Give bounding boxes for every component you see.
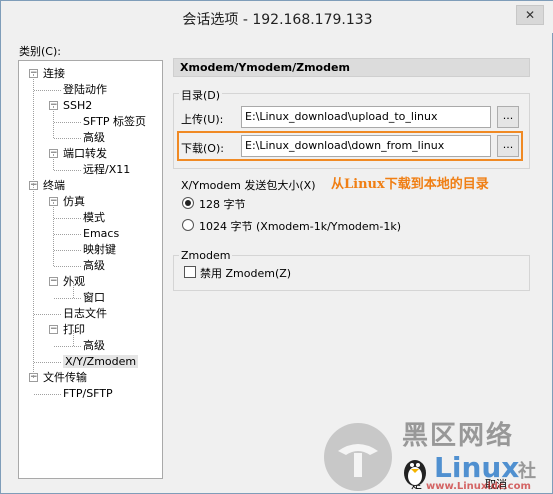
zmodem-group-label: Zmodem <box>179 249 233 262</box>
packet-128-radio[interactable] <box>182 197 194 209</box>
tree-connector <box>73 330 74 346</box>
tree-item[interactable]: 登陆动作 <box>63 82 107 98</box>
tree-item[interactable]: X/Y/Zmodem <box>63 354 139 370</box>
tree-item-label: Emacs <box>83 227 120 240</box>
tree-connector <box>54 138 81 139</box>
tree-connector <box>54 298 81 299</box>
tree-connector <box>54 218 81 219</box>
tree-item[interactable]: 日志文件 <box>63 306 107 322</box>
tree-item[interactable]: SFTP 标签页 <box>83 114 146 130</box>
tree-item-label: FTP/SFTP <box>63 387 113 400</box>
tree-connector <box>34 314 61 315</box>
tree-item[interactable]: 高级 <box>83 130 105 146</box>
tree-item-label: 日志文件 <box>63 307 107 320</box>
tree-expander-icon[interactable]: − <box>49 325 58 334</box>
tree-item-label: X/Y/Zmodem <box>63 355 139 368</box>
tree-connector <box>54 170 81 171</box>
tree-item-label: 映射键 <box>83 243 116 256</box>
tree-item-label: SFTP 标签页 <box>83 115 146 128</box>
tree-item-label: 窗口 <box>83 291 105 304</box>
tree-item[interactable]: FTP/SFTP <box>63 386 113 402</box>
tree-connector <box>53 202 54 266</box>
packet-1024-label: 1024 字节 (Xmodem-1k/Ymodem-1k) <box>199 220 402 233</box>
tree-connector <box>53 154 54 170</box>
tree-connector <box>54 234 81 235</box>
tree-item-label: 登陆动作 <box>63 83 107 96</box>
tree-connector <box>34 90 61 91</box>
tree-expander-icon[interactable]: − <box>49 277 58 286</box>
title-bar: 会话选项 - 192.168.179.133 ✕ <box>1 1 553 33</box>
tree-item-label: SSH2 <box>63 99 93 112</box>
tree-item-label: 模式 <box>83 211 105 224</box>
tree-item[interactable]: 端口转发 <box>63 146 107 162</box>
tree-item-label: 外观 <box>63 275 85 288</box>
tree-item[interactable]: 高级 <box>83 338 105 354</box>
tree-item-label: 远程/X11 <box>83 163 131 176</box>
tree-item-label: 高级 <box>83 131 105 144</box>
tree-item[interactable]: 文件传输 <box>43 370 87 386</box>
tree-item-label: 高级 <box>83 259 105 272</box>
tree-item[interactable]: Emacs <box>83 226 119 242</box>
tree-item[interactable]: 连接 <box>43 66 65 82</box>
tree-item[interactable]: 模式 <box>83 210 105 226</box>
tree-item-label: 文件传输 <box>43 371 87 384</box>
tree-item[interactable]: 窗口 <box>83 290 105 306</box>
tree-item-label: 高级 <box>83 339 105 352</box>
disable-zmodem-label: 禁用 Zmodem(Z) <box>200 267 292 280</box>
packet-size-group-label: X/Ymodem 发送包大小(X) <box>179 177 318 193</box>
download-annotation: 从Linux下载到本地的目录 <box>331 177 489 192</box>
section-title: Xmodem/Ymodem/Zmodem <box>173 58 530 77</box>
watermark-logo-icon <box>324 423 392 491</box>
disable-zmodem-checkbox[interactable] <box>184 266 196 278</box>
tree-item[interactable]: 远程/X11 <box>83 162 130 178</box>
watermark-line3: 社 <box>518 461 536 482</box>
session-options-dialog: 会话选项 - 192.168.179.133 ✕ 类别(C): − 连接登陆动作 −… <box>0 0 553 494</box>
tree-connector <box>33 74 34 378</box>
close-icon: ✕ <box>524 8 536 22</box>
tree-connector <box>54 250 81 251</box>
directory-group-label: 目录(D) <box>179 87 223 103</box>
download-highlight-box <box>177 131 523 161</box>
tree-connector <box>34 394 61 395</box>
tree-item-label: 仿真 <box>63 195 85 208</box>
tree-item[interactable]: 映射键 <box>83 242 116 258</box>
tree-connector <box>54 266 81 267</box>
packet-1024-radio[interactable] <box>182 219 194 231</box>
tree-item[interactable]: 外观 <box>63 274 85 290</box>
category-label: 类别(C): <box>19 45 61 58</box>
cancel-button[interactable]: 取消 <box>485 476 507 492</box>
ok-button[interactable]: 定 <box>411 476 422 492</box>
watermark: 黑区网络 Linux 社 www.Linuxidc.com <box>312 413 552 493</box>
tree-item-label: 连接 <box>43 67 65 80</box>
tree-item[interactable]: 高级 <box>83 258 105 274</box>
tree-connector <box>53 106 54 138</box>
watermark-line4: www.Linuxidc.com <box>426 481 531 492</box>
tree-item[interactable]: 打印 <box>63 322 85 338</box>
tree-item[interactable]: 仿真 <box>63 194 85 210</box>
close-button[interactable]: ✕ <box>516 5 544 25</box>
window-title: 会话选项 - 192.168.179.133 <box>182 12 373 28</box>
tree-connector <box>34 362 61 363</box>
tree-item[interactable]: SSH2 <box>63 98 92 114</box>
tree-item-label: 端口转发 <box>63 147 107 160</box>
upload-path-input[interactable]: E:\Linux_download\upload_to_linux <box>241 106 491 128</box>
tree-item-label: 打印 <box>63 323 85 336</box>
tree-connector <box>54 122 81 123</box>
upload-browse-button[interactable]: ... <box>497 106 519 128</box>
packet-128-label: 128 字节 <box>199 198 246 211</box>
upload-label: 上传(U): <box>181 113 224 126</box>
tree-item[interactable]: 终端 <box>43 178 65 194</box>
tree-item-label: 终端 <box>43 179 65 192</box>
watermark-line1: 黑区网络 <box>402 421 515 451</box>
tree-connector <box>54 346 81 347</box>
tree-connector <box>73 282 74 298</box>
category-tree[interactable]: − 连接 登陆动作 − SSH2 SFTP 标签页 高级 − 端口转发 远程/X11− 终端 − 仿真模… <box>18 60 163 479</box>
